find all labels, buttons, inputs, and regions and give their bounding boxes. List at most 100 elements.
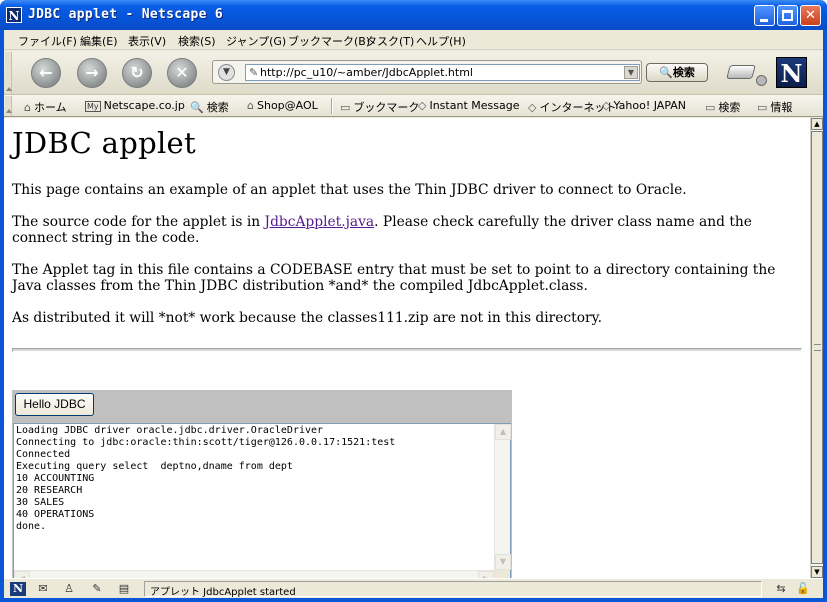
maximize-icon bbox=[782, 10, 793, 21]
search-icon: 🔍 bbox=[190, 101, 204, 114]
toolbar-separator bbox=[331, 98, 333, 114]
online-status-icon[interactable]: ⇆ bbox=[770, 582, 792, 596]
reload-icon: ↻ bbox=[130, 63, 144, 82]
horizontal-rule bbox=[12, 348, 802, 352]
personal-toolbar-grip[interactable] bbox=[5, 96, 12, 116]
console-line: 10 ACCOUNTING bbox=[16, 473, 95, 484]
bookmark-yahoo-japan[interactable]: ◇ Yahoo! JAPAN bbox=[602, 99, 686, 112]
hello-jdbc-button[interactable]: Hello JDBC bbox=[15, 393, 94, 416]
url-history-dropdown[interactable]: ▼ bbox=[624, 66, 638, 79]
print-icon[interactable] bbox=[726, 57, 768, 87]
browser-window: N JDBC applet - Netscape 6 ✕ ファイル(F) 編集(… bbox=[0, 0, 827, 602]
folder-icon: ▭ bbox=[757, 101, 768, 114]
menu-tasks[interactable]: タスク(T) bbox=[366, 33, 414, 49]
magnifier-icon: 🔍 bbox=[659, 66, 673, 79]
console-line: Connected bbox=[16, 449, 71, 460]
page-title: JDBC applet bbox=[12, 126, 196, 160]
close-button[interactable]: ✕ bbox=[800, 5, 821, 26]
window-title: JDBC applet - Netscape 6 bbox=[28, 7, 224, 22]
bookmark-label: Yahoo! JAPAN bbox=[613, 99, 687, 112]
bookmark-label: ブックマーク bbox=[353, 101, 420, 114]
instant-messenger-icon[interactable]: ♙ bbox=[61, 582, 77, 596]
bookmark-instant-message[interactable]: ◇ Instant Message bbox=[418, 99, 519, 112]
arrow-right-icon: → bbox=[85, 63, 99, 82]
menu-file[interactable]: ファイル(F) bbox=[18, 33, 77, 49]
bookmark-label: ホーム bbox=[33, 101, 67, 114]
menu-help[interactable]: ヘルプ(H) bbox=[416, 33, 466, 49]
search-button[interactable]: 🔍検索 bbox=[646, 63, 708, 82]
page-content: JDBC applet This page contains an exampl… bbox=[4, 118, 810, 578]
address-bar: ▼ ✎ ▼ bbox=[212, 60, 642, 84]
scroll-corner bbox=[494, 570, 510, 578]
security-lock-icon[interactable]: 🔓 bbox=[796, 582, 810, 596]
bookmark-home[interactable]: ⌂ ホーム bbox=[24, 99, 67, 115]
bookmark-netscape[interactable]: My Netscape.co.jp bbox=[85, 99, 185, 112]
bookmark-folder-info[interactable]: ▭ 情報 bbox=[757, 99, 792, 115]
menu-search[interactable]: 検索(S) bbox=[178, 33, 216, 49]
scroll-up-icon[interactable]: ▲ bbox=[811, 118, 823, 130]
scroll-down-icon[interactable]: ▼ bbox=[495, 554, 511, 570]
bookmark-folder-search[interactable]: ▭ 検索 bbox=[705, 99, 740, 115]
status-bar: N ✉ ♙ ✎ ▤ アプレット JdbcApplet started ⇆ 🔓 bbox=[4, 578, 823, 598]
mynetscape-icon: My bbox=[85, 101, 101, 112]
console-output: Loading JDBC driver oracle.jdbc.driver.O… bbox=[16, 425, 491, 571]
menu-view[interactable]: 表示(V) bbox=[128, 33, 166, 49]
source-code-link[interactable]: JdbcApplet.java bbox=[265, 214, 375, 230]
scrollbar-thumb[interactable] bbox=[811, 131, 823, 564]
console-line: Connecting to jdbc:oracle:thin:scott/tig… bbox=[16, 437, 396, 448]
reload-button[interactable]: ↻ bbox=[122, 58, 152, 88]
arrow-left-icon: ← bbox=[39, 63, 53, 82]
bookmark-shop-aol[interactable]: ⌂ Shop@AOL bbox=[247, 99, 318, 112]
url-input[interactable] bbox=[260, 65, 620, 80]
close-icon: ✕ bbox=[805, 8, 816, 23]
paragraph-text: The source code for the applet is in bbox=[12, 214, 265, 230]
bookmark-label: 情報 bbox=[770, 101, 793, 114]
menu-bookmarks[interactable]: ブックマーク(B) bbox=[288, 33, 370, 49]
bookmark-label: 検索 bbox=[718, 101, 741, 114]
toolbar-grip[interactable] bbox=[5, 52, 12, 94]
menu-edit[interactable]: 編集(E) bbox=[80, 33, 118, 49]
vertical-scrollbar[interactable]: ▲ ▼ bbox=[494, 424, 511, 570]
search-button-label: 検索 bbox=[672, 66, 695, 79]
status-text: アプレット JdbcApplet started bbox=[150, 587, 296, 598]
horizontal-scrollbar[interactable]: ◀ ▶ bbox=[14, 570, 494, 578]
url-field[interactable]: ✎ ▼ bbox=[245, 64, 640, 81]
scroll-down-icon[interactable]: ▼ bbox=[811, 566, 823, 578]
address-book-icon[interactable]: ▤ bbox=[114, 582, 134, 596]
scroll-right-icon[interactable]: ▶ bbox=[478, 571, 494, 578]
folder-icon: ▭ bbox=[705, 101, 716, 114]
chevron-down-icon[interactable]: ▼ bbox=[218, 64, 235, 81]
back-button[interactable]: ← bbox=[31, 58, 61, 88]
bookmark-label: Netscape.co.jp bbox=[103, 99, 185, 112]
minimize-button[interactable] bbox=[754, 5, 775, 26]
stop-icon: ✕ bbox=[175, 63, 189, 82]
netscape-icon[interactable]: N bbox=[10, 582, 26, 596]
browser-client-area: ファイル(F) 編集(E) 表示(V) 検索(S) ジャンプ(G) ブックマーク… bbox=[4, 30, 823, 598]
paragraph-intro: This page contains an example of an appl… bbox=[12, 182, 687, 198]
status-text-panel: アプレット JdbcApplet started bbox=[144, 581, 762, 598]
navigation-toolbar: ← → ↻ ✕ ▼ ✎ ▼ 🔍検索 N bbox=[4, 51, 823, 95]
mail-icon[interactable]: ✉ bbox=[34, 582, 52, 596]
console-line: 30 SALES bbox=[16, 497, 65, 508]
menu-go[interactable]: ジャンプ(G) bbox=[226, 33, 286, 49]
bookmark-folder-bookmarks[interactable]: ▭ ブックマーク bbox=[340, 99, 419, 115]
netscape-app-icon[interactable]: N bbox=[6, 7, 22, 23]
page-vertical-scrollbar[interactable]: ▲ ▼ bbox=[810, 118, 823, 578]
bookmark-search[interactable]: 🔍 検索 bbox=[190, 99, 229, 115]
scroll-left-icon[interactable]: ◀ bbox=[14, 571, 30, 578]
maximize-button[interactable] bbox=[777, 5, 798, 26]
netscape-logo[interactable]: N bbox=[776, 57, 807, 88]
forward-button[interactable]: → bbox=[77, 58, 107, 88]
console-line: Executing query select deptno,dname from… bbox=[16, 461, 293, 472]
shop-icon: ⌂ bbox=[247, 99, 254, 112]
composer-icon[interactable]: ✎ bbox=[86, 582, 108, 596]
minimize-icon bbox=[760, 19, 768, 22]
menu-bar: ファイル(F) 編集(E) 表示(V) 検索(S) ジャンプ(G) ブックマーク… bbox=[4, 30, 823, 50]
personal-toolbar: ⌂ ホーム My Netscape.co.jp 🔍 検索 ⌂ Shop@AOL ▭ ブック… bbox=[4, 95, 823, 117]
title-bar[interactable]: N JDBC applet - Netscape 6 ✕ bbox=[0, 0, 827, 30]
bookmark-icon: ◇ bbox=[602, 99, 611, 112]
bookmark-label: Instant Message bbox=[429, 99, 520, 112]
output-textarea[interactable]: Loading JDBC driver oracle.jdbc.driver.O… bbox=[13, 423, 511, 578]
stop-button[interactable]: ✕ bbox=[167, 58, 197, 88]
scroll-up-icon[interactable]: ▲ bbox=[495, 424, 511, 440]
